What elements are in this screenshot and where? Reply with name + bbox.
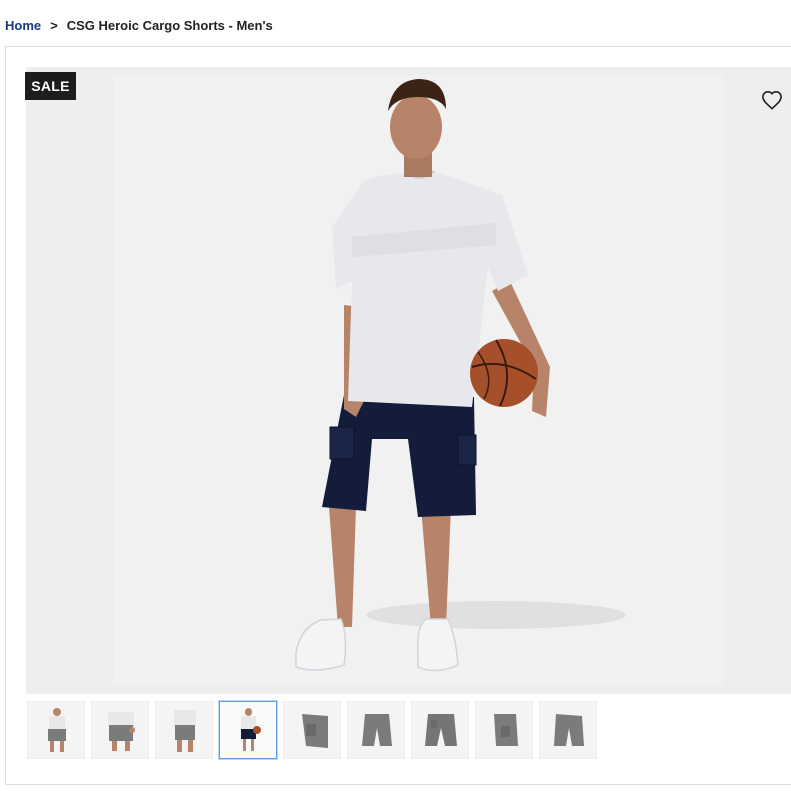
main-product-image[interactable] — [26, 67, 791, 694]
breadcrumb-current-page: CSG Heroic Cargo Shorts - Men's — [66, 17, 273, 33]
thumbnail-strip — [27, 701, 603, 761]
heart-outline-icon[interactable] — [760, 88, 784, 112]
breadcrumb-separator: > — [50, 17, 58, 33]
model-photo — [295, 79, 626, 672]
thumbnail-3[interactable] — [155, 701, 213, 759]
thumbnail-5[interactable] — [283, 701, 341, 759]
sale-badge: SALE — [25, 72, 76, 100]
thumbnail-4-selected[interactable] — [219, 701, 277, 759]
thumbnail-1[interactable] — [27, 701, 85, 759]
breadcrumb: Home > CSG Heroic Cargo Shorts - Men's — [5, 16, 273, 34]
breadcrumb-home-link[interactable]: Home — [5, 18, 41, 33]
thumbnail-9[interactable] — [539, 701, 597, 759]
thumbnail-7[interactable] — [411, 701, 469, 759]
thumbnail-2[interactable] — [91, 701, 149, 759]
thumbnail-8[interactable] — [475, 701, 533, 759]
product-image-gallery — [5, 46, 791, 785]
thumbnail-6[interactable] — [347, 701, 405, 759]
